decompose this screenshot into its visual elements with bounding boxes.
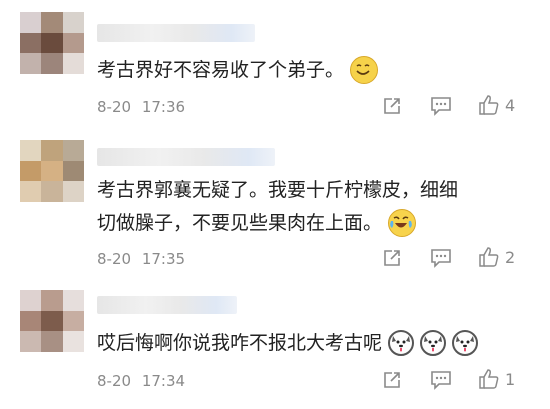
comment-item: 考古界好不容易收了个弟子。 8-20 17:36 4 [0, 0, 550, 130]
comment-text-line: 哎后悔啊你说我咋不报北大考古呢 [97, 332, 383, 354]
husky-emoji-icon [420, 330, 447, 356]
share-icon [384, 98, 400, 114]
comment-time: 17:35 [141, 250, 186, 268]
avatar[interactable] [20, 140, 84, 202]
thumbs-up-icon [479, 247, 499, 267]
like-count: 1 [505, 369, 516, 389]
comment-button[interactable] [430, 370, 452, 390]
username-blurred[interactable] [97, 296, 237, 314]
comment-date: 8-20 [97, 250, 132, 268]
comment-item: 哎后悔啊你说我咋不报北大考古呢 8-20 17:34 1 [0, 280, 550, 409]
like-count: 4 [505, 95, 516, 115]
comment-time: 17:36 [141, 98, 186, 116]
share-icon [384, 372, 400, 388]
laugh-cry-emoji-icon [388, 209, 417, 237]
comment-text-line: 考古界好不容易收了个弟子。 [97, 59, 345, 81]
comment-button[interactable] [430, 248, 452, 268]
timestamp: 8-20 17:36 [97, 98, 185, 116]
avatar[interactable] [20, 12, 84, 74]
comment-date: 8-20 [97, 372, 132, 390]
share-icon [384, 250, 400, 266]
comment-time: 17:34 [141, 372, 186, 390]
like-button[interactable]: 1 [478, 368, 515, 390]
husky-emoji-icon [452, 330, 479, 356]
comment-icon [431, 371, 451, 390]
avatar[interactable] [20, 290, 84, 352]
comment-text: 考古界好不容易收了个弟子。 [97, 52, 379, 88]
comment-button[interactable] [430, 96, 452, 116]
comment-text-line: 切做臊子，不要见些果肉在上面。 [97, 205, 417, 241]
comment-item: 考古界郭襄无疑了。我要十斤柠檬皮，细细 切做臊子，不要见些果肉在上面。 8-20… [0, 130, 550, 280]
share-button[interactable] [382, 248, 402, 268]
like-button[interactable]: 2 [478, 246, 515, 268]
comment-text-line-2: 切做臊子，不要见些果肉在上面。 [97, 212, 383, 234]
timestamp: 8-20 17:35 [97, 250, 185, 268]
like-button[interactable]: 4 [478, 94, 515, 116]
thumbs-up-icon [479, 369, 499, 389]
comment-icon [431, 249, 451, 268]
comment-text: 哎后悔啊你说我咋不报北大考古呢 [97, 325, 479, 361]
comment-text-line: 考古界郭襄无疑了。我要十斤柠檬皮，细细 [97, 172, 458, 208]
share-button[interactable] [382, 96, 402, 116]
username-blurred[interactable] [97, 24, 255, 42]
username-blurred[interactable] [97, 148, 275, 166]
husky-emoji-icon [388, 330, 415, 356]
thumbs-up-icon [479, 95, 499, 115]
share-button[interactable] [382, 370, 402, 390]
comment-icon [431, 97, 451, 116]
like-count: 2 [505, 247, 516, 267]
timestamp: 8-20 17:34 [97, 372, 185, 390]
comment-text-line-1: 考古界郭襄无疑了。我要十斤柠檬皮，细细 [97, 179, 459, 201]
smile-emoji-icon [350, 56, 379, 84]
comment-date: 8-20 [97, 98, 132, 116]
